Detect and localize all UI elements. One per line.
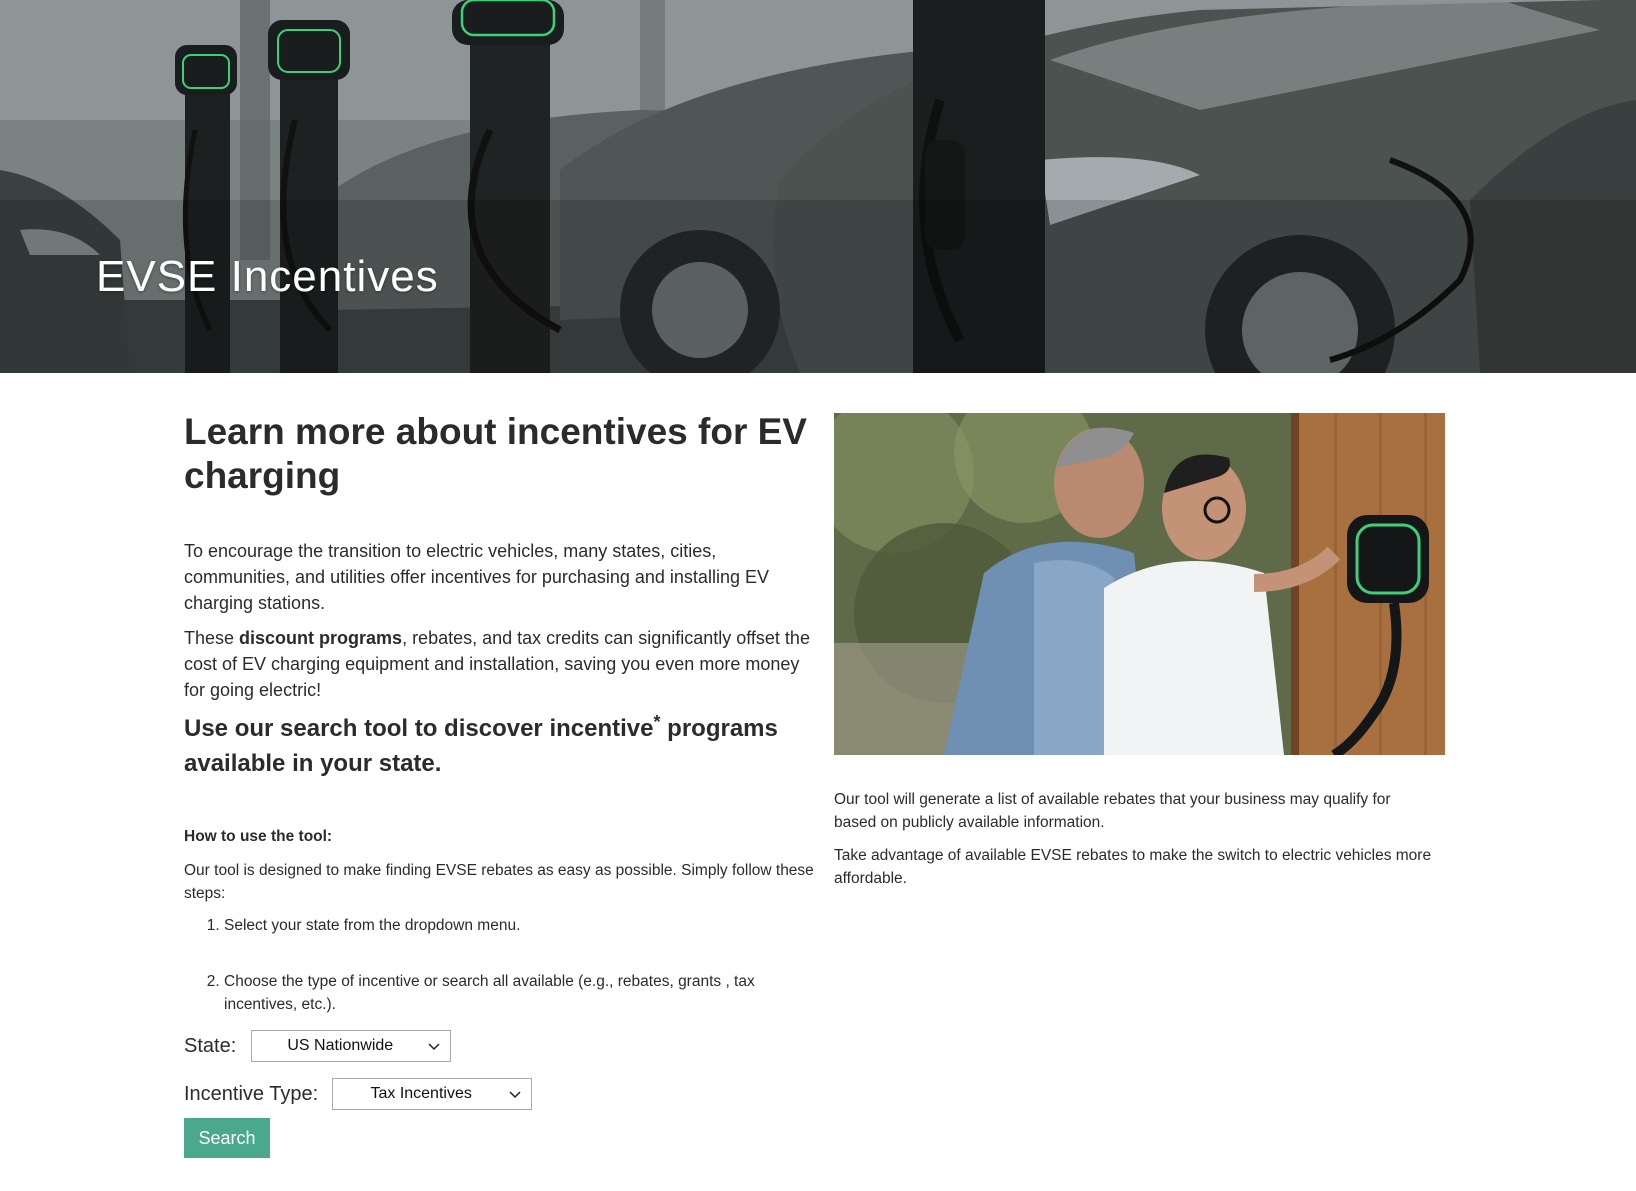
discount-paragraph-prefix: These bbox=[184, 628, 240, 648]
state-form-row: State: US Nationwide bbox=[184, 1030, 452, 1062]
tool-description-paragraph: Our tool will generate a list of availab… bbox=[834, 791, 1391, 831]
search-button[interactable]: Search bbox=[184, 1118, 270, 1158]
tool-description-paragraph: Take advantage of available EVSE rebates… bbox=[834, 847, 1432, 887]
discount-programs-bold: discount programs bbox=[239, 628, 403, 648]
section-heading: Learn more about incentives for EV charg… bbox=[184, 411, 807, 496]
incentive-type-select[interactable]: Tax Incentives bbox=[332, 1078, 533, 1110]
intro-paragraph: To encourage the transition to electric … bbox=[184, 541, 769, 613]
list-item: Choose the type of incentive or search a… bbox=[224, 970, 814, 1016]
search-heading-text: Use our search tool to discover incentiv… bbox=[184, 715, 654, 742]
search-tool-heading: Use our search tool to discover incentiv… bbox=[184, 711, 814, 781]
how-to-label: How to use the tool: bbox=[184, 828, 333, 845]
list-item: Select your state from the dropdown menu… bbox=[224, 914, 814, 937]
chevron-down-icon bbox=[428, 1043, 440, 1051]
tool-description: Our tool will generate a list of availab… bbox=[834, 788, 1434, 890]
incentive-type-label: Incentive Type: bbox=[184, 1082, 319, 1105]
incentive-type-select-value: Tax Incentives bbox=[370, 1085, 472, 1102]
installer-photo-image bbox=[834, 413, 1445, 755]
intro-section: Learn more about incentives for EV charg… bbox=[184, 410, 814, 1016]
state-select[interactable]: US Nationwide bbox=[251, 1030, 452, 1062]
incentive-type-form-row: Incentive Type: Tax Incentives bbox=[184, 1078, 533, 1110]
hero-banner: EVSE Incentives bbox=[0, 0, 1636, 373]
page-title: EVSE Incentives bbox=[96, 252, 439, 301]
chevron-down-icon bbox=[509, 1091, 521, 1099]
installer-photo bbox=[834, 413, 1445, 755]
asterisk-footnote-mark: * bbox=[653, 712, 661, 732]
steps-list: Select your state from the dropdown menu… bbox=[184, 914, 814, 1016]
state-label: State: bbox=[184, 1034, 237, 1057]
state-select-value: US Nationwide bbox=[287, 1037, 394, 1054]
discount-paragraph: These discount programs, rebates, and ta… bbox=[184, 625, 814, 703]
how-to-description: Our tool is designed to make finding EVS… bbox=[184, 862, 814, 902]
hero-background-image bbox=[0, 0, 1636, 373]
